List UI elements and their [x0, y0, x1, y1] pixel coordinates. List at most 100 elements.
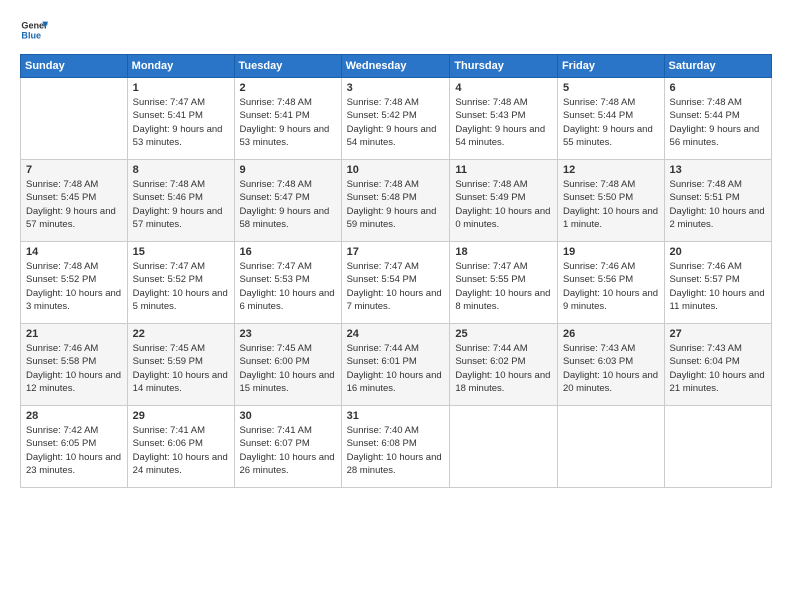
page-header: General Blue [20, 16, 772, 44]
day-info: Sunrise: 7:40 AM Sunset: 6:08 PM Dayligh… [347, 424, 445, 477]
calendar-week-row: 14 Sunrise: 7:48 AM Sunset: 5:52 PM Dayli… [21, 242, 772, 324]
day-info: Sunrise: 7:48 AM Sunset: 5:42 PM Dayligh… [347, 96, 445, 149]
day-info: Sunrise: 7:47 AM Sunset: 5:53 PM Dayligh… [240, 260, 336, 313]
logo-icon: General Blue [20, 16, 48, 44]
day-info: Sunrise: 7:48 AM Sunset: 5:44 PM Dayligh… [563, 96, 659, 149]
day-number: 2 [240, 82, 336, 94]
calendar-cell [557, 406, 664, 488]
day-info: Sunrise: 7:41 AM Sunset: 6:07 PM Dayligh… [240, 424, 336, 477]
calendar-day-header: Tuesday [234, 55, 341, 78]
calendar-day-header: Saturday [664, 55, 771, 78]
day-info: Sunrise: 7:48 AM Sunset: 5:48 PM Dayligh… [347, 178, 445, 231]
day-number: 17 [347, 246, 445, 258]
calendar-cell: 19 Sunrise: 7:46 AM Sunset: 5:56 PM Dayli… [557, 242, 664, 324]
calendar-cell: 5 Sunrise: 7:48 AM Sunset: 5:44 PM Daylig… [557, 78, 664, 160]
calendar-cell: 20Sunrise: 7:46 AM Sunset: 5:57 PM Dayli… [664, 242, 771, 324]
day-number: 19 [563, 246, 659, 258]
day-number: 10 [347, 164, 445, 176]
day-number: 16 [240, 246, 336, 258]
day-number: 1 [133, 82, 229, 94]
calendar-day-header: Wednesday [341, 55, 450, 78]
day-number: 27 [670, 328, 766, 340]
day-info: Sunrise: 7:41 AM Sunset: 6:06 PM Dayligh… [133, 424, 229, 477]
calendar-cell: 6 Sunrise: 7:48 AM Sunset: 5:44 PM Daylig… [664, 78, 771, 160]
calendar-cell: 25Sunrise: 7:44 AM Sunset: 6:02 PM Dayli… [450, 324, 558, 406]
day-number: 24 [347, 328, 445, 340]
calendar-day-header: Friday [557, 55, 664, 78]
calendar-cell: 13 Sunrise: 7:48 AM Sunset: 5:51 PM Dayli… [664, 160, 771, 242]
day-info: Sunrise: 7:43 AM Sunset: 6:03 PM Dayligh… [563, 342, 659, 395]
calendar-day-header: Sunday [21, 55, 128, 78]
calendar-cell: 10 Sunrise: 7:48 AM Sunset: 5:48 PM Dayli… [341, 160, 450, 242]
day-info: Sunrise: 7:48 AM Sunset: 5:49 PM Dayligh… [455, 178, 552, 231]
day-number: 13 [670, 164, 766, 176]
day-number: 22 [133, 328, 229, 340]
day-number: 3 [347, 82, 445, 94]
day-number: 7 [26, 164, 122, 176]
day-info: Sunrise: 7:48 AM Sunset: 5:44 PM Dayligh… [670, 96, 766, 149]
day-info: Sunrise: 7:48 AM Sunset: 5:43 PM Dayligh… [455, 96, 552, 149]
day-info: Sunrise: 7:47 AM Sunset: 5:55 PM Dayligh… [455, 260, 552, 313]
calendar-cell: 14 Sunrise: 7:48 AM Sunset: 5:52 PM Dayli… [21, 242, 128, 324]
svg-text:Blue: Blue [21, 30, 41, 40]
day-info: Sunrise: 7:48 AM Sunset: 5:47 PM Dayligh… [240, 178, 336, 231]
calendar-cell: 15Sunrise: 7:47 AM Sunset: 5:52 PM Dayli… [127, 242, 234, 324]
day-info: Sunrise: 7:46 AM Sunset: 5:57 PM Dayligh… [670, 260, 766, 313]
calendar-cell: 28 Sunrise: 7:42 AM Sunset: 6:05 PM Dayli… [21, 406, 128, 488]
page-container: General Blue SundayMondayTuesdayWednesda… [0, 0, 792, 612]
calendar-week-row: 1Sunrise: 7:47 AM Sunset: 5:41 PM Daylig… [21, 78, 772, 160]
day-info: Sunrise: 7:47 AM Sunset: 5:54 PM Dayligh… [347, 260, 445, 313]
day-number: 9 [240, 164, 336, 176]
calendar-cell: 31 Sunrise: 7:40 AM Sunset: 6:08 PM Dayli… [341, 406, 450, 488]
calendar-day-header: Monday [127, 55, 234, 78]
day-info: Sunrise: 7:46 AM Sunset: 5:56 PM Dayligh… [563, 260, 659, 313]
calendar-cell: 1Sunrise: 7:47 AM Sunset: 5:41 PM Daylig… [127, 78, 234, 160]
calendar-cell: 11 Sunrise: 7:48 AM Sunset: 5:49 PM Dayli… [450, 160, 558, 242]
day-info: Sunrise: 7:42 AM Sunset: 6:05 PM Dayligh… [26, 424, 122, 477]
calendar-cell: 4 Sunrise: 7:48 AM Sunset: 5:43 PM Daylig… [450, 78, 558, 160]
day-number: 28 [26, 410, 122, 422]
calendar-cell: 7 Sunrise: 7:48 AM Sunset: 5:45 PM Daylig… [21, 160, 128, 242]
day-info: Sunrise: 7:48 AM Sunset: 5:51 PM Dayligh… [670, 178, 766, 231]
calendar-cell: 27Sunrise: 7:43 AM Sunset: 6:04 PM Dayli… [664, 324, 771, 406]
calendar-cell [21, 78, 128, 160]
calendar-cell: 9 Sunrise: 7:48 AM Sunset: 5:47 PM Daylig… [234, 160, 341, 242]
logo: General Blue [20, 16, 48, 44]
day-info: Sunrise: 7:48 AM Sunset: 5:50 PM Dayligh… [563, 178, 659, 231]
day-number: 12 [563, 164, 659, 176]
day-number: 14 [26, 246, 122, 258]
calendar-cell: 3 Sunrise: 7:48 AM Sunset: 5:42 PM Daylig… [341, 78, 450, 160]
day-number: 11 [455, 164, 552, 176]
day-info: Sunrise: 7:48 AM Sunset: 5:41 PM Dayligh… [240, 96, 336, 149]
day-number: 6 [670, 82, 766, 94]
day-info: Sunrise: 7:47 AM Sunset: 5:52 PM Dayligh… [133, 260, 229, 313]
calendar-week-row: 7 Sunrise: 7:48 AM Sunset: 5:45 PM Daylig… [21, 160, 772, 242]
calendar-cell: 22Sunrise: 7:45 AM Sunset: 5:59 PM Dayli… [127, 324, 234, 406]
calendar-day-header: Thursday [450, 55, 558, 78]
calendar-cell: 18 Sunrise: 7:47 AM Sunset: 5:55 PM Dayli… [450, 242, 558, 324]
day-number: 5 [563, 82, 659, 94]
day-info: Sunrise: 7:48 AM Sunset: 5:52 PM Dayligh… [26, 260, 122, 313]
day-number: 26 [563, 328, 659, 340]
day-info: Sunrise: 7:48 AM Sunset: 5:45 PM Dayligh… [26, 178, 122, 231]
day-number: 30 [240, 410, 336, 422]
day-number: 4 [455, 82, 552, 94]
calendar-cell: 30 Sunrise: 7:41 AM Sunset: 6:07 PM Dayli… [234, 406, 341, 488]
calendar-cell: 24 Sunrise: 7:44 AM Sunset: 6:01 PM Dayli… [341, 324, 450, 406]
day-info: Sunrise: 7:44 AM Sunset: 6:01 PM Dayligh… [347, 342, 445, 395]
day-number: 31 [347, 410, 445, 422]
calendar-week-row: 28 Sunrise: 7:42 AM Sunset: 6:05 PM Dayli… [21, 406, 772, 488]
calendar-cell [664, 406, 771, 488]
calendar-cell: 2 Sunrise: 7:48 AM Sunset: 5:41 PM Daylig… [234, 78, 341, 160]
day-number: 23 [240, 328, 336, 340]
day-number: 29 [133, 410, 229, 422]
calendar-cell [450, 406, 558, 488]
calendar-cell: 23 Sunrise: 7:45 AM Sunset: 6:00 PM Dayli… [234, 324, 341, 406]
day-number: 18 [455, 246, 552, 258]
day-number: 8 [133, 164, 229, 176]
calendar-cell: 21Sunrise: 7:46 AM Sunset: 5:58 PM Dayli… [21, 324, 128, 406]
day-number: 21 [26, 328, 122, 340]
day-number: 25 [455, 328, 552, 340]
calendar-cell: 17 Sunrise: 7:47 AM Sunset: 5:54 PM Dayli… [341, 242, 450, 324]
day-info: Sunrise: 7:45 AM Sunset: 6:00 PM Dayligh… [240, 342, 336, 395]
